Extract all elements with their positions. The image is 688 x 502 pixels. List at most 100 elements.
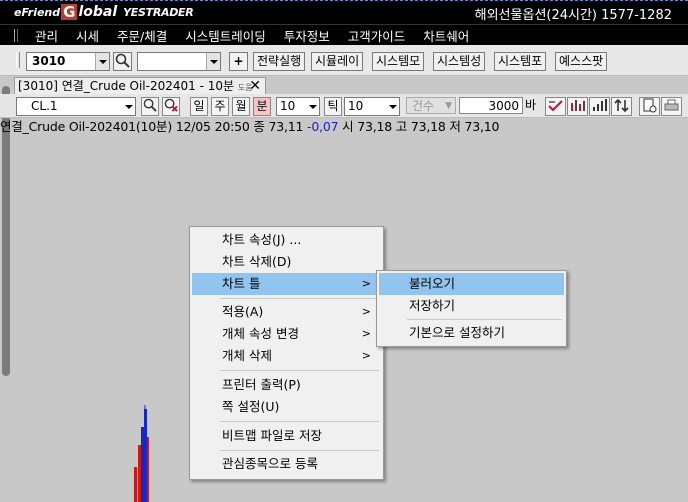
menu-chart-template[interactable]: 차트 틀 > (192, 273, 381, 295)
menu-item-label: 차트 틀 (222, 276, 261, 291)
simulation-button[interactable]: 시뮬레이 (311, 52, 364, 71)
menu-chart-properties[interactable]: 차트 속성(J) ... (192, 229, 381, 251)
menu-item-label: 개체 삭제 (222, 348, 272, 363)
menu-save-bitmap[interactable]: 비트맵 파일로 저장 (192, 425, 381, 447)
chart-window-tab[interactable]: [3010] 연결_Crude Oil-202401 - 10분 도움 ✕ (14, 77, 266, 94)
info-prefix: 연결_Crude Oil-202401(10분) 12/05 20:50 종 7… (0, 119, 308, 134)
system-performance-button[interactable]: 시스템성 (433, 52, 486, 71)
period-minute-button[interactable]: 분 (253, 97, 271, 116)
title-dash-line (0, 0, 688, 2)
menu-separator (220, 370, 379, 371)
menu-customer-guide[interactable]: 고객가이드 (339, 26, 415, 45)
menu-print[interactable]: 프린터 출력(P) (192, 374, 381, 396)
chevron-down-icon[interactable] (206, 53, 220, 70)
symbol-remove-button[interactable] (162, 97, 180, 116)
price-change: -0,07 (307, 119, 339, 134)
signal-button[interactable] (545, 97, 566, 116)
menu-separator (220, 298, 379, 299)
chevron-down-icon[interactable] (386, 98, 399, 115)
submenu-set-default[interactable]: 기본으로 설정하기 (379, 322, 564, 344)
screen-code-value: 3010 (32, 54, 66, 68)
toolbar-grip[interactable] (16, 52, 20, 68)
chart-toolbar: CL.1 일 주 월 분 10 틱 10 건수 ▼ 3000 바 (0, 94, 688, 118)
chevron-down-icon[interactable] (306, 98, 319, 115)
bars-unit-label: 바 (525, 98, 537, 112)
submenu-load[interactable]: 불러오기 (379, 273, 564, 295)
brand-g-mark: G (61, 3, 78, 21)
bars-count-input[interactable]: 3000 (459, 97, 523, 114)
chevron-down-icon[interactable]: ▼ (445, 98, 452, 115)
interval-combo[interactable]: 10 (276, 97, 320, 116)
sort-button[interactable] (611, 97, 632, 116)
symbol-search-button[interactable] (141, 97, 159, 116)
menu-separator (407, 319, 562, 320)
menu-system-trading[interactable]: 시스템트레이딩 (176, 26, 275, 45)
chevron-down-icon[interactable] (95, 53, 109, 70)
chevron-right-icon: > (361, 327, 371, 340)
period-week-button[interactable]: 주 (211, 97, 229, 116)
symbol-combo[interactable]: CL.1 (16, 97, 136, 116)
yes-spot-button[interactable]: 예스스팟 (555, 52, 608, 71)
menu-chart-share[interactable]: 차트쉐어 (414, 26, 478, 45)
symbol-value: CL.1 (31, 99, 58, 113)
printer-icon (664, 99, 679, 111)
menu-separator (220, 421, 379, 422)
count-select[interactable]: 건수 ▼ (406, 97, 456, 114)
chevron-right-icon: > (361, 305, 371, 318)
brand-main: lobal (78, 4, 118, 20)
window-tab-row: [3010] 연결_Crude Oil-202401 - 10분 도움 ✕ (0, 76, 688, 94)
brand-prefix: eFriend (14, 5, 61, 19)
screen-search-combo[interactable] (137, 52, 221, 71)
document-button[interactable] (639, 97, 660, 116)
menu-quotes[interactable]: 시세 (67, 26, 108, 45)
strategy-run-button[interactable]: 전략실행 (253, 52, 306, 71)
menu-investment-info[interactable]: 투자정보 (275, 26, 339, 45)
search-icon (115, 53, 130, 68)
candle-up (138, 445, 141, 502)
menu-object-delete[interactable]: 개체 삭제 > (192, 345, 381, 367)
context-menu: 차트 속성(J) ... 차트 삭제(D) 차트 틀 > 적용(A) > 개체 속성… (189, 226, 384, 480)
brand-logo: eFriend G lobal YESTRADER (14, 3, 194, 21)
menu-apply[interactable]: 적용(A) > (192, 301, 381, 323)
submenu-save[interactable]: 저장하기 (379, 295, 564, 317)
menu-chart-delete[interactable]: 차트 삭제(D) (192, 251, 381, 273)
chart-template-submenu: 불러오기 저장하기 기본으로 설정하기 (376, 270, 567, 347)
candle-down (141, 427, 144, 502)
screen-code-combo[interactable]: 3010 (26, 52, 110, 71)
volume-bars-icon (593, 99, 607, 111)
chart-info-line: 연결_Crude Oil-202401(10분) 12/05 20:50 종 7… (0, 118, 688, 136)
submenu-item-label: 저장하기 (409, 298, 456, 313)
indicator-bar-button[interactable] (567, 97, 588, 116)
submenu-item-label: 불러오기 (409, 276, 456, 291)
search-icon (143, 98, 157, 112)
support-phone: 해외선물옵션(24시간) 1577-1282 (474, 8, 672, 23)
menu-page-setup[interactable]: 쪽 설정(U) (192, 396, 381, 418)
chevron-down-icon[interactable] (122, 98, 135, 115)
menu-manage[interactable]: 관리 (26, 26, 67, 45)
menu-object-properties[interactable]: 개체 속성 변경 > (192, 323, 381, 345)
menubar-grip (14, 29, 18, 42)
period-month-button[interactable]: 월 (232, 97, 250, 116)
tick-combo[interactable]: 10 (344, 97, 400, 116)
main-toolbar: 3010 + 전략실행 시뮬레이 시스템모 시스템성 시스템포 예스스팟 (0, 45, 688, 76)
close-icon[interactable]: ✕ (249, 78, 261, 95)
chevron-right-icon: > (361, 277, 371, 290)
interval-value: 10 (280, 99, 296, 113)
system-portfolio-button[interactable]: 시스템포 (494, 52, 547, 71)
chevron-right-icon: > (361, 349, 371, 362)
menu-order[interactable]: 주문/체결 (108, 26, 176, 45)
candles-group (134, 405, 149, 502)
period-day-button[interactable]: 일 (190, 97, 208, 116)
menu-add-watchlist[interactable]: 관심종목으로 등록 (192, 453, 381, 475)
volume-button[interactable] (589, 97, 610, 116)
add-button[interactable]: + (229, 52, 248, 71)
menu-separator (220, 450, 379, 451)
candle-up (147, 437, 149, 502)
candle-up (134, 467, 137, 502)
system-model-button[interactable]: 시스템모 (372, 52, 425, 71)
tick-button[interactable]: 틱 (324, 97, 342, 116)
search-button[interactable] (113, 52, 132, 71)
menu-item-label: 프린터 출력(P) (222, 377, 301, 392)
print-button[interactable] (661, 97, 682, 116)
menu-bar: 관리 시세 주문/체결 시스템트레이딩 투자정보 고객가이드 차트쉐어 (0, 24, 688, 46)
